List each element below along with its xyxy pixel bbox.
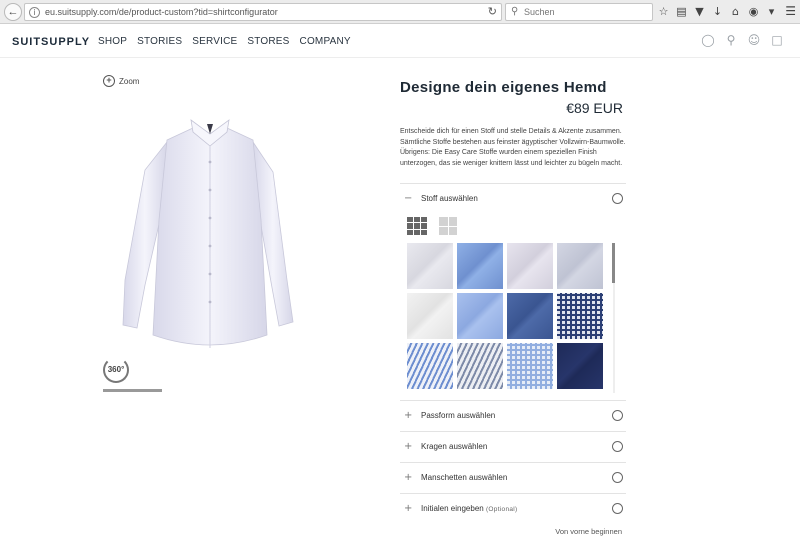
- browser-toolbar: ← i eu.suitsupply.com/de/product-custom?…: [0, 0, 800, 24]
- step-status-circle: [612, 193, 623, 204]
- rotate-360-button[interactable]: 360°: [103, 357, 129, 383]
- extension-icon[interactable]: ◉: [746, 4, 761, 20]
- product-description: Entscheide dich für einen Stoff und stel…: [400, 128, 626, 167]
- accordion-initials[interactable]: + Initialen eingeben (Optional): [400, 493, 626, 524]
- zoom-control[interactable]: + Zoom: [103, 75, 139, 87]
- fabric-swatch-lilac-white[interactable]: [507, 243, 553, 289]
- accordion-label: Kragen auswählen: [421, 442, 488, 451]
- fabric-swatch-light-grey-blue[interactable]: [557, 243, 603, 289]
- rotation-progress-bar: [103, 389, 162, 392]
- expand-icon: +: [404, 472, 413, 483]
- accordion-collar[interactable]: + Kragen auswählen: [400, 431, 626, 462]
- fabric-swatch-navy-oxford[interactable]: [507, 293, 553, 339]
- expand-icon: +: [404, 503, 413, 514]
- main-nav: SHOP STORIES SERVICE STORES COMPANY: [98, 36, 351, 47]
- globe-icon[interactable]: ◯: [701, 33, 715, 47]
- reading-list-icon[interactable]: ▤: [674, 4, 689, 20]
- optional-tag: (Optional): [485, 506, 518, 513]
- step-status-circle: [612, 472, 623, 483]
- header-icons: ◯ ⚲ ☺ □: [701, 33, 784, 47]
- fabric-swatch-blue-stripe[interactable]: [407, 343, 453, 389]
- accordion-label-text: Initialen eingeben: [421, 504, 484, 513]
- site-header: SUITSUPPLY SHOP STORIES SERVICE STORES C…: [0, 24, 800, 58]
- fabric-swatch-sky-blue[interactable]: [457, 293, 503, 339]
- step-status-circle: [612, 441, 623, 452]
- fabric-swatch-white-plain[interactable]: [407, 293, 453, 339]
- zoom-in-icon: +: [103, 75, 115, 87]
- shirt-preview-image: [122, 119, 294, 348]
- address-bar[interactable]: i eu.suitsupply.com/de/product-custom?ti…: [24, 3, 502, 21]
- fabric-swatch-navy-solid[interactable]: [557, 343, 603, 389]
- hamburger-menu-icon[interactable]: ☰: [785, 4, 796, 18]
- step-status-circle: [612, 410, 623, 421]
- product-price: €89 EUR: [566, 100, 623, 116]
- browser-search-bar[interactable]: ⚲: [505, 3, 653, 21]
- nav-stories[interactable]: STORIES: [137, 36, 182, 47]
- pocket-icon[interactable]: ▼: [692, 4, 707, 20]
- home-icon[interactable]: ⌂: [728, 4, 743, 20]
- fabric-swatch-navy-gingham[interactable]: [557, 293, 603, 339]
- accordion-label: Initialen eingeben (Optional): [421, 504, 518, 513]
- search-icon: ⚲: [511, 6, 519, 17]
- expand-icon: +: [404, 441, 413, 452]
- url-text[interactable]: eu.suitsupply.com/de/product-custom?tid=…: [45, 7, 278, 17]
- accordion-label: Passform auswählen: [421, 411, 496, 420]
- accordion-fabric[interactable]: − Stoff auswählen: [400, 183, 626, 214]
- search-icon[interactable]: ⚲: [724, 33, 738, 47]
- swatch-view-toggle: [407, 217, 457, 235]
- back-icon[interactable]: ←: [4, 3, 22, 21]
- accordion-cuffs[interactable]: + Manschetten auswählen: [400, 462, 626, 493]
- nav-service[interactable]: SERVICE: [192, 36, 237, 47]
- nav-company[interactable]: COMPANY: [300, 36, 351, 47]
- nav-stores[interactable]: STORES: [247, 36, 289, 47]
- collapse-icon: −: [404, 193, 413, 204]
- accordion-fit[interactable]: + Passform auswählen: [400, 400, 626, 431]
- site-logo[interactable]: SUITSUPPLY: [12, 36, 90, 48]
- info-icon[interactable]: i: [29, 7, 40, 18]
- fabric-swatch-grey-stripe[interactable]: [457, 343, 503, 389]
- reload-icon[interactable]: ↻: [488, 5, 497, 18]
- bookmark-star-icon[interactable]: ☆: [656, 4, 671, 20]
- fabric-swatch-blue-twill[interactable]: [457, 243, 503, 289]
- swatch-scrollbar-thumb[interactable]: [612, 243, 615, 283]
- grid-small-view-icon[interactable]: [407, 217, 427, 235]
- fabric-swatch-white-twill[interactable]: [407, 243, 453, 289]
- fabric-swatch-light-blue-check[interactable]: [507, 343, 553, 389]
- restart-link[interactable]: Von vorne beginnen: [540, 527, 622, 536]
- grid-large-view-icon[interactable]: [439, 217, 457, 235]
- extension-menu-icon[interactable]: ▾: [764, 4, 779, 20]
- fabric-swatch-grid: [407, 243, 603, 389]
- account-icon[interactable]: ☺: [747, 33, 761, 47]
- toolbar-icons: ☆ ▤ ▼ ↓ ⌂ ◉ ▾: [656, 4, 779, 20]
- browser-search-input[interactable]: [524, 6, 644, 18]
- expand-icon: +: [404, 410, 413, 421]
- accordion-label: Stoff auswählen: [421, 194, 478, 203]
- nav-shop[interactable]: SHOP: [98, 36, 127, 47]
- step-status-circle: [612, 503, 623, 514]
- accordion-label: Manschetten auswählen: [421, 473, 508, 482]
- page-title: Designe dein eigenes Hemd: [400, 79, 607, 96]
- download-icon[interactable]: ↓: [710, 4, 725, 20]
- zoom-label: Zoom: [119, 76, 140, 86]
- shopping-bag-icon[interactable]: □: [770, 33, 784, 47]
